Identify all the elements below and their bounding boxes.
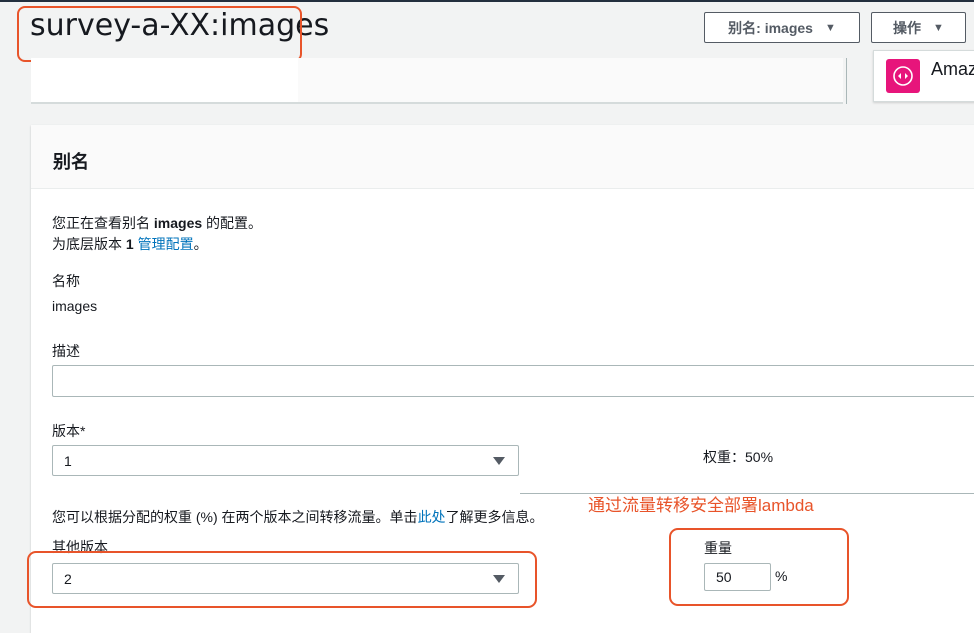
top-bar xyxy=(0,0,974,2)
title-highlight-box xyxy=(17,6,302,62)
actions-dropdown-button[interactable]: 操作 ▼ xyxy=(871,12,966,43)
caret-down-icon: ▼ xyxy=(824,21,836,34)
intro-line: 您正在查看别名 images 的配置。 xyxy=(52,213,262,233)
alias-dropdown-button[interactable]: 别名: images ▼ xyxy=(704,12,860,43)
panel-title: 别名 xyxy=(53,152,89,172)
traffic-prefix: 您可以根据分配的权重 (%) 在两个版本之间转移流量。单击 xyxy=(52,509,418,525)
annotation-text: 通过流量转移安全部署lambda xyxy=(588,496,814,515)
version-select-value: 1 xyxy=(64,452,72,469)
base-version: 1 xyxy=(125,236,134,252)
actions-button-label: 操作 xyxy=(893,19,922,36)
weight-highlight-box xyxy=(669,528,849,606)
trigger-card-label: Amaz xyxy=(931,59,974,79)
traffic-shift-info: 您可以根据分配的权重 (%) 在两个版本之间转移流量。单击此处了解更多信息。 xyxy=(52,507,544,527)
version-select[interactable]: 1 xyxy=(52,445,519,476)
learn-more-link[interactable]: 此处 xyxy=(418,509,446,525)
base-prefix: 为底层版本 xyxy=(52,236,126,252)
name-label: 名称 xyxy=(52,273,80,289)
function-overview-panel xyxy=(31,58,843,104)
description-label: 描述 xyxy=(52,343,80,359)
service-logo-icon xyxy=(886,59,920,93)
intro-alias: images xyxy=(153,215,203,231)
vertical-separator xyxy=(846,58,847,104)
weight-readout: 权重：50% xyxy=(703,449,774,465)
base-suffix: 。 xyxy=(193,236,208,252)
base-version-line: 为底层版本 1 管理配置。 xyxy=(52,234,208,254)
name-value: images xyxy=(52,298,98,314)
other-version-highlight-box xyxy=(27,551,537,608)
trigger-card[interactable]: Amaz xyxy=(873,50,974,102)
manage-config-link[interactable]: 管理配置 xyxy=(138,236,194,252)
intro-suffix: 的配置。 xyxy=(202,215,263,231)
alias-button-label: 别名: images xyxy=(728,19,813,36)
intro-prefix: 您正在查看别名 xyxy=(52,215,154,231)
version-label: 版本* xyxy=(52,423,86,439)
description-input[interactable] xyxy=(52,365,974,397)
panel-header: 别名 xyxy=(31,125,974,189)
traffic-suffix: 了解更多信息。 xyxy=(445,509,544,525)
caret-down-icon: ▼ xyxy=(933,21,944,34)
select-arrow-icon xyxy=(493,456,505,465)
overview-strip xyxy=(298,58,843,102)
